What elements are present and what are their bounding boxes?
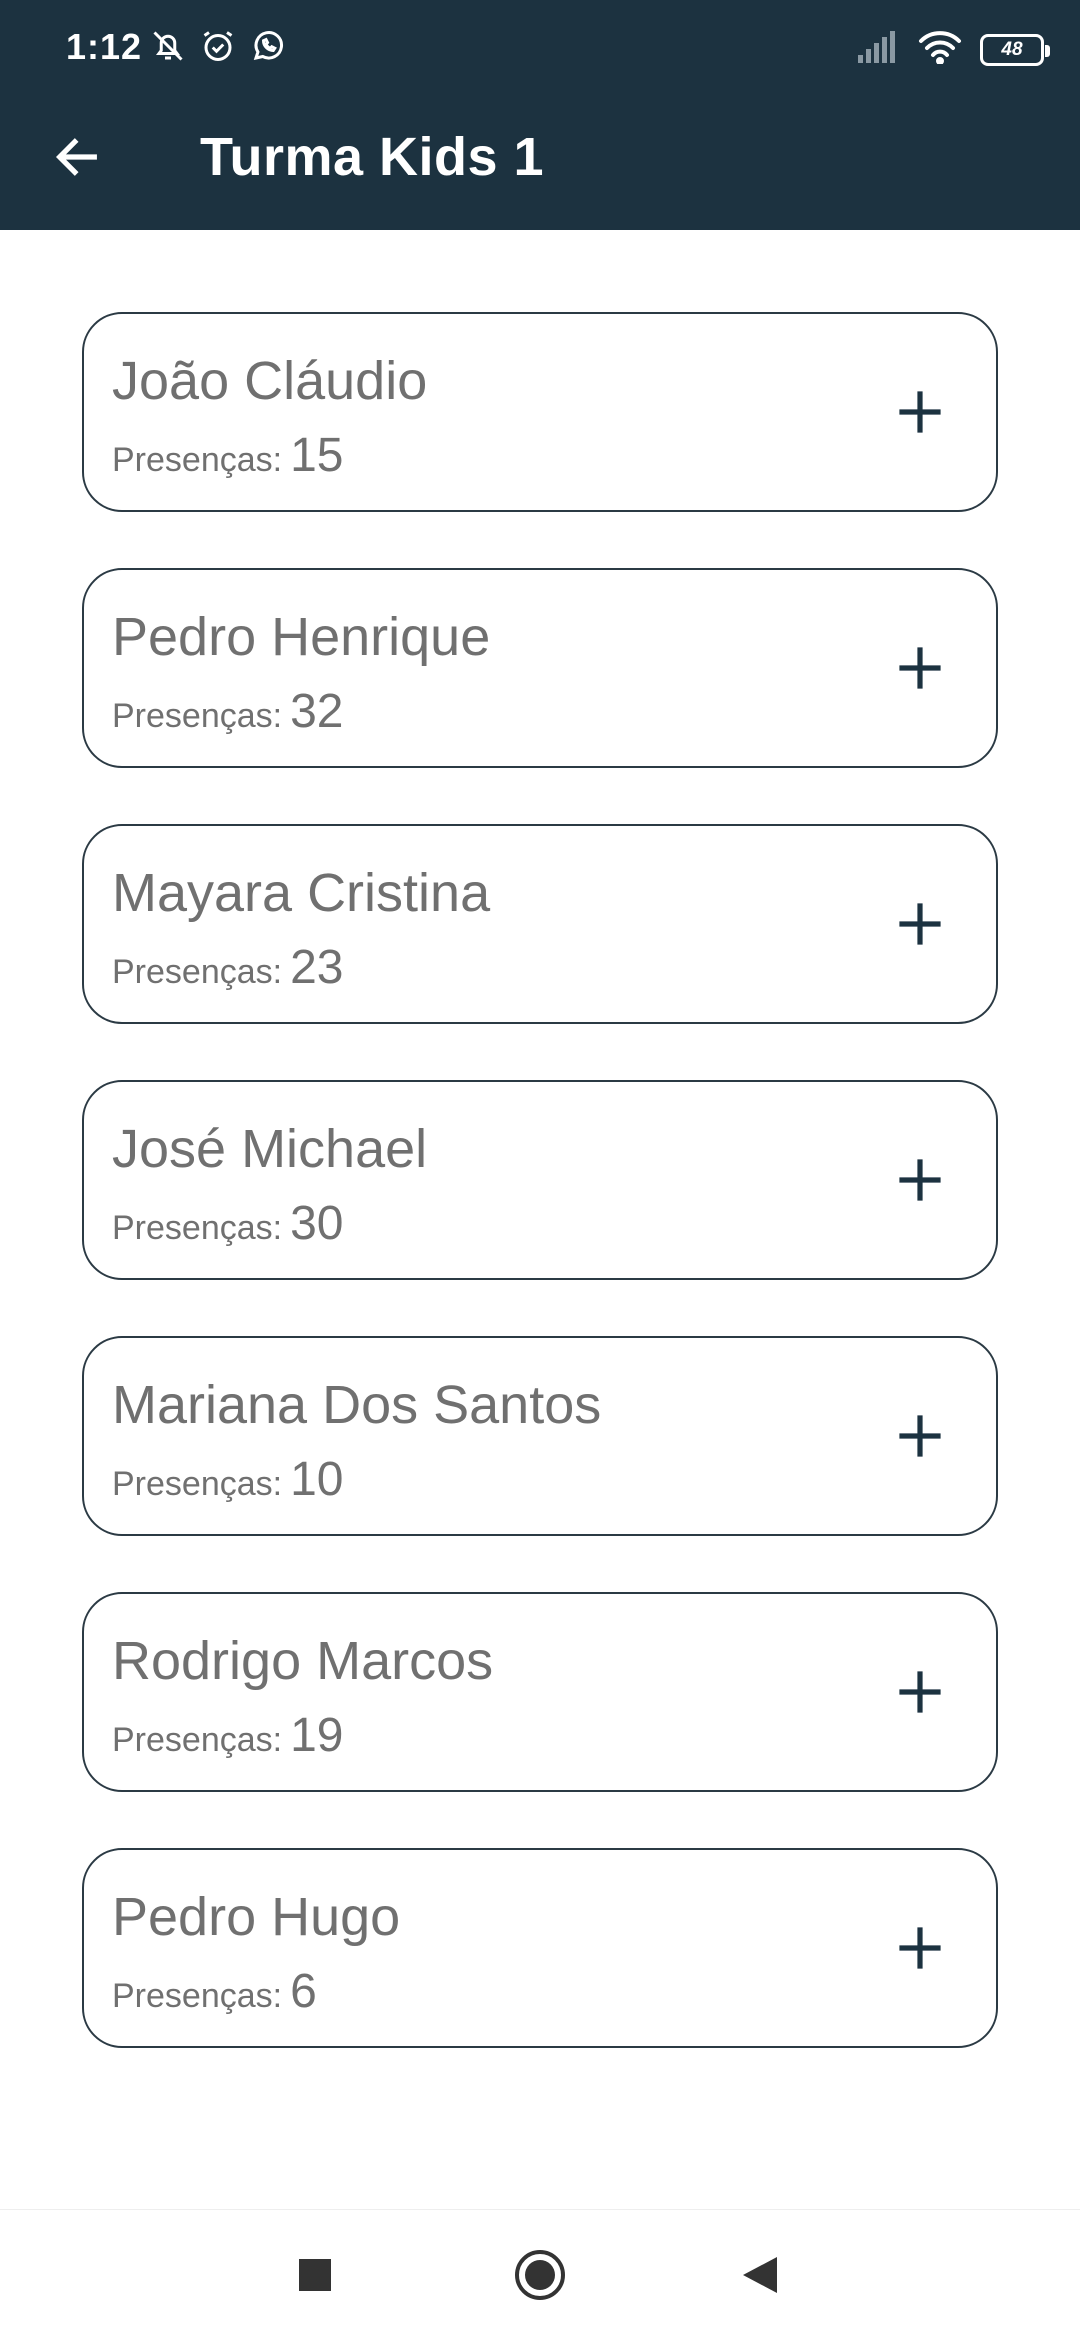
attendance-info: Presenças: 15 [112, 428, 343, 483]
add-attendance-button[interactable] [870, 876, 970, 976]
status-time: 1:12 [66, 26, 143, 67]
status-system-icons: 48 [856, 30, 1050, 69]
add-attendance-button[interactable] [870, 1644, 970, 1744]
system-back-button[interactable] [715, 2232, 805, 2322]
student-card[interactable]: Pedro Hugo Presenças: 6 [82, 1848, 998, 2048]
plus-icon [896, 644, 944, 697]
attendance-label: Presenças: [112, 1721, 283, 1759]
app-root: 1:12 48 Turma Kids 1 João Cláudio Presen… [0, 0, 1080, 2340]
battery-level: 48 [1001, 39, 1023, 60]
student-name: Rodrigo Marcos [112, 1631, 494, 1691]
add-attendance-button[interactable] [870, 1900, 970, 2000]
attendance-count: 23 [290, 941, 344, 994]
arrow-left-icon [51, 131, 103, 188]
student-card[interactable]: João Cláudio Presenças: 15 [82, 312, 998, 512]
attendance-label: Presenças: [112, 1465, 283, 1503]
recents-button[interactable] [270, 2232, 360, 2322]
attendance-info: Presenças: 6 [112, 1964, 317, 2019]
attendance-count: 6 [290, 1965, 317, 2018]
whatsapp-icon [250, 28, 286, 64]
student-card[interactable]: José Michael Presenças: 30 [82, 1080, 998, 1280]
attendance-info: Presenças: 23 [112, 940, 343, 995]
attendance-count: 19 [290, 1709, 344, 1762]
battery-icon: 48 [980, 33, 1050, 66]
home-circle-icon [513, 2248, 567, 2307]
attendance-label: Presenças: [112, 697, 283, 735]
student-name: José Michael [112, 1119, 428, 1179]
attendance-label: Presenças: [112, 953, 283, 991]
attendance-info: Presenças: 30 [112, 1196, 343, 1251]
back-button[interactable] [40, 122, 114, 196]
student-card[interactable]: Rodrigo Marcos Presenças: 19 [82, 1592, 998, 1792]
attendance-label: Presenças: [112, 441, 283, 479]
signal-icon [856, 31, 900, 68]
plus-icon [896, 1156, 944, 1209]
add-attendance-button[interactable] [870, 1388, 970, 1488]
student-card[interactable]: Pedro Henrique Presenças: 32 [82, 568, 998, 768]
bell-off-icon [150, 28, 186, 64]
wifi-icon [918, 30, 962, 69]
status-bar: 1:12 48 [0, 0, 1080, 96]
recents-square-icon [298, 2258, 332, 2297]
student-name: Pedro Hugo [112, 1887, 401, 1947]
student-card[interactable]: Mariana Dos Santos Presenças: 10 [82, 1336, 998, 1536]
add-attendance-button[interactable] [870, 620, 970, 720]
attendance-info: Presenças: 10 [112, 1452, 343, 1507]
alarm-icon [200, 28, 236, 64]
attendance-count: 32 [290, 685, 344, 738]
page-title: Turma Kids 1 [200, 127, 545, 187]
attendance-label: Presenças: [112, 1977, 283, 2015]
back-triangle-icon [741, 2255, 779, 2300]
attendance-count: 15 [290, 429, 344, 482]
add-attendance-button[interactable] [870, 1132, 970, 1232]
plus-icon [896, 1668, 944, 1721]
attendance-label: Presenças: [112, 1209, 283, 1247]
status-notification-icons [150, 28, 286, 64]
plus-icon [896, 900, 944, 953]
student-card[interactable]: Mayara Cristina Presenças: 23 [82, 824, 998, 1024]
plus-icon [896, 1412, 944, 1465]
attendance-count: 10 [290, 1453, 344, 1506]
system-navigation-bar [0, 2209, 1080, 2340]
student-name: Mariana Dos Santos [112, 1375, 602, 1435]
attendance-info: Presenças: 32 [112, 684, 343, 739]
student-name: João Cláudio [112, 351, 428, 411]
attendance-info: Presenças: 19 [112, 1708, 343, 1763]
app-bar: Turma Kids 1 [0, 96, 1080, 230]
plus-icon [896, 388, 944, 441]
add-attendance-button[interactable] [870, 364, 970, 464]
student-name: Mayara Cristina [112, 863, 491, 923]
home-button[interactable] [495, 2232, 585, 2322]
student-name: Pedro Henrique [112, 607, 491, 667]
attendance-count: 30 [290, 1197, 344, 1250]
plus-icon [896, 1924, 944, 1977]
student-list: João Cláudio Presenças: 15 Pedro Henriqu… [82, 312, 998, 2104]
